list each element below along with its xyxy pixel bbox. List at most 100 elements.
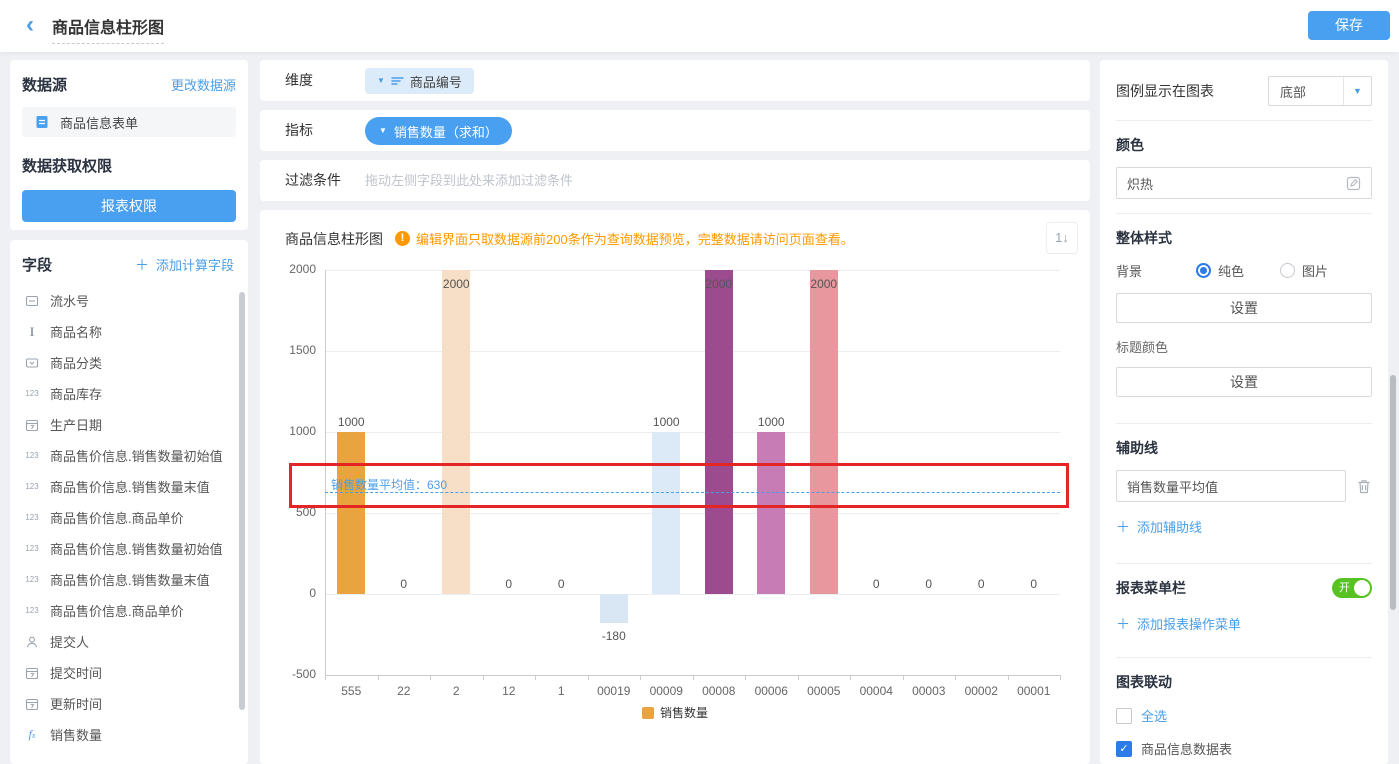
x-axis-label: 00006 [745, 684, 798, 698]
field-item[interactable]: 提交人 [22, 626, 238, 657]
field-item[interactable]: 123 商品库存 [22, 378, 238, 409]
number-icon: 123 [22, 544, 42, 553]
dimension-label: 维度 [285, 60, 313, 101]
value-label: 0 [903, 577, 955, 591]
metric-chip[interactable]: ▼ 销售数量（求和） [365, 117, 512, 145]
field-item[interactable]: 123商品售价信息.销售数量末值 [22, 471, 238, 502]
add-calc-field-label: 添加计算字段 [156, 255, 234, 274]
window-scrollbar[interactable] [1390, 375, 1396, 610]
x-axis-label: 555 [325, 684, 378, 698]
field-label: 商品售价信息.销售数量初始值 [50, 446, 223, 465]
permission-title: 数据获取权限 [22, 155, 236, 176]
dimension-chip-label: 商品编号 [410, 72, 462, 91]
person-icon [22, 635, 42, 649]
change-datasource-link[interactable]: 更改数据源 [171, 75, 236, 94]
field-label: 商品库存 [50, 384, 102, 403]
add-aux-line-link[interactable]: ＋ 添加辅助线 [1116, 517, 1372, 536]
x-axis-label: 00005 [798, 684, 851, 698]
color-scheme-input[interactable]: 炽热 [1116, 167, 1372, 199]
divider [1116, 423, 1372, 424]
edit-icon[interactable] [1346, 176, 1361, 191]
x-axis-label: 00008 [693, 684, 746, 698]
field-item[interactable]: 生产日期 [22, 409, 238, 440]
field-label: 更新时间 [50, 694, 102, 713]
add-report-menu-link[interactable]: ＋ 添加报表操作菜单 [1116, 614, 1372, 633]
field-item[interactable]: 更新时间 [22, 688, 238, 719]
field-item[interactable]: I商品名称 [22, 316, 238, 347]
field-label: 商品售价信息.销售数量末值 [50, 570, 210, 589]
aux-line-title: 辅助线 [1116, 438, 1372, 458]
field-item[interactable]: 123商品售价信息.商品单价 [22, 595, 238, 626]
value-label: 0 [535, 577, 587, 591]
aux-line-value: 销售数量平均值 [1127, 477, 1218, 496]
dimension-chip[interactable]: ▼ 商品编号 [365, 68, 474, 94]
select-all-row[interactable]: ✓ 全选 [1116, 706, 1372, 725]
report-permission-button[interactable]: 报表权限 [22, 190, 236, 222]
field-item[interactable]: 商品分类 [22, 347, 238, 378]
field-item[interactable]: 流水号 [22, 285, 238, 316]
field-item[interactable]: 123 商品售价信息.销售数量初始值 [22, 440, 238, 471]
title-color-label: 标题颜色 [1116, 337, 1372, 356]
x-axis-tick [903, 675, 904, 680]
report-menubar-title: 报表菜单栏 [1116, 578, 1186, 598]
bar[interactable] [600, 594, 628, 623]
metric-row: 指标 ▼ 销售数量（求和） [260, 110, 1090, 151]
save-button[interactable]: 保存 [1308, 11, 1390, 40]
menubar-toggle[interactable]: 开 [1332, 578, 1372, 598]
radio-image[interactable]: 图片 [1280, 261, 1328, 280]
field-item[interactable]: 123商品售价信息.商品单价 [22, 502, 238, 533]
plus-icon: ＋ [135, 258, 149, 272]
number-icon: 123 [22, 575, 42, 584]
legend-position-select[interactable]: 底部 ▼ [1268, 76, 1372, 106]
field-label: 商品售价信息.销售数量末值 [50, 477, 210, 496]
legend-position-label: 图例显示在图表 [1116, 81, 1214, 101]
color-section-title: 颜色 [1116, 135, 1372, 155]
date-icon [22, 666, 42, 680]
chart-legend[interactable]: 销售数量 [260, 704, 1090, 721]
x-axis-label: 22 [378, 684, 431, 698]
trash-icon[interactable] [1356, 478, 1372, 495]
toggle-on-label: 开 [1339, 581, 1350, 595]
legend-swatch [642, 707, 654, 719]
filter-dropzone[interactable]: 拖动左侧字段到此处来添加过滤条件 [365, 160, 573, 201]
background-set-button[interactable]: 设置 [1116, 293, 1372, 323]
field-item[interactable]: 123 商品售价信息.销售数量末值 [22, 564, 238, 595]
x-axis-tick [378, 675, 379, 680]
x-axis-tick [1060, 675, 1061, 680]
linkage-item-row[interactable]: ✓商品信息数据表 [1116, 739, 1372, 758]
bar[interactable] [652, 432, 680, 594]
field-label: 生产日期 [50, 415, 102, 434]
y-axis-tick-label: 1000 [260, 424, 316, 438]
page-title[interactable]: 商品信息柱形图 [52, 14, 164, 44]
bar[interactable] [810, 270, 838, 594]
legend-position-value: 底部 [1269, 82, 1343, 101]
select-all-label: 全选 [1141, 706, 1167, 725]
field-label: 流水号 [50, 291, 89, 310]
back-icon[interactable]: ‹ [26, 11, 34, 39]
add-calc-field-link[interactable]: ＋ 添加计算字段 [135, 255, 234, 274]
field-item[interactable]: 提交时间 [22, 657, 238, 688]
metric-label: 指标 [285, 110, 313, 151]
bar[interactable] [757, 432, 785, 594]
radio-solid-color[interactable]: 纯色 [1196, 261, 1280, 280]
bar[interactable] [705, 270, 733, 594]
number-icon: 123 [22, 389, 42, 398]
number-icon: 123 [22, 451, 42, 460]
bar[interactable] [442, 270, 470, 594]
plus-icon: ＋ [1116, 520, 1130, 534]
divider [1116, 563, 1372, 564]
metric-chip-label: 销售数量（求和） [394, 122, 498, 141]
fields-scrollbar[interactable] [239, 292, 245, 710]
title-color-set-button[interactable]: 设置 [1116, 367, 1372, 397]
bar[interactable] [337, 432, 365, 594]
filter-row: 过滤条件 拖动左侧字段到此处来添加过滤条件 [260, 160, 1090, 201]
field-item[interactable]: fx销售数量 [22, 719, 238, 750]
divider [1116, 657, 1372, 658]
add-report-menu-label: 添加报表操作菜单 [1137, 614, 1241, 633]
aux-line-input[interactable]: 销售数量平均值 [1116, 470, 1346, 502]
select-icon [22, 356, 42, 370]
value-label: 0 [850, 577, 902, 591]
field-item[interactable]: 123商品售价信息.销售数量初始值 [22, 533, 238, 564]
datasource-item[interactable]: 商品信息表单 [22, 107, 236, 137]
chevron-down-icon: ▼ [377, 77, 385, 85]
